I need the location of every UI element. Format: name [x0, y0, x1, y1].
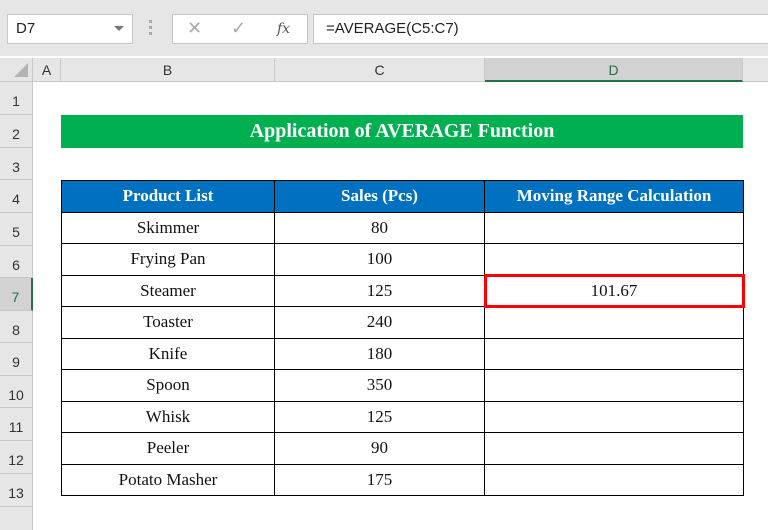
column-header-b[interactable]: B [61, 58, 275, 82]
sales-cell[interactable]: 125 [274, 400, 485, 433]
product-cell[interactable]: Skimmer [61, 211, 275, 244]
data-table: Product List Sales (Pcs) Moving Range Ca… [61, 180, 745, 496]
row-header-7[interactable]: 7 [0, 278, 33, 311]
sheet-title[interactable]: Application of AVERAGE Function [61, 115, 743, 148]
product-cell[interactable]: Toaster [61, 306, 275, 339]
row-header-6[interactable]: 6 [0, 246, 33, 278]
row-header-8[interactable]: 8 [0, 311, 33, 343]
moving-range-cell[interactable] [484, 243, 744, 276]
sales-cell[interactable]: 80 [274, 211, 485, 244]
table-row: Steamer 125 101.67 [61, 274, 745, 308]
sales-cell[interactable]: 180 [274, 337, 485, 370]
select-all-button[interactable] [0, 58, 33, 82]
product-cell[interactable]: Steamer [61, 274, 275, 307]
active-cell-d7[interactable]: 101.67 [483, 274, 745, 308]
row-header-filler [0, 507, 33, 530]
table-row: Frying Pan 100 [61, 243, 744, 276]
cancel-icon[interactable]: ✕ [187, 18, 202, 39]
table-row: Toaster 240 [61, 306, 744, 339]
row-header-4[interactable]: 4 [0, 180, 33, 213]
product-cell[interactable]: Potato Masher [61, 463, 275, 496]
row-header-12[interactable]: 12 [0, 441, 33, 474]
sales-cell[interactable]: 175 [274, 463, 485, 496]
moving-range-cell[interactable] [484, 369, 744, 402]
row-header-5[interactable]: 5 [0, 213, 33, 246]
table-row: Knife 180 [61, 337, 744, 370]
sales-cell[interactable]: 90 [274, 432, 485, 465]
sales-cell[interactable]: 240 [274, 306, 485, 339]
row-header-2[interactable]: 2 [0, 115, 33, 148]
column-header-c[interactable]: C [275, 58, 485, 82]
sales-cell[interactable]: 100 [274, 243, 485, 276]
table-row: Peeler 90 [61, 432, 744, 465]
select-all-triangle-icon [14, 63, 28, 77]
table-row: Skimmer 80 [61, 211, 744, 244]
drag-handle-icon[interactable] [149, 20, 152, 38]
header-moving-range[interactable]: Moving Range Calculation [484, 180, 744, 213]
formula-buttons: ✕ ✓ fx [172, 14, 308, 44]
formula-bar-area: D7 ✕ ✓ fx =AVERAGE(C5:C7) [0, 0, 768, 56]
name-box-value: D7 [16, 20, 36, 37]
moving-range-cell[interactable] [484, 306, 744, 339]
moving-range-cell[interactable] [484, 463, 744, 496]
table-header-row: Product List Sales (Pcs) Moving Range Ca… [61, 180, 744, 213]
header-sales[interactable]: Sales (Pcs) [274, 180, 485, 213]
row-header-11[interactable]: 11 [0, 408, 33, 441]
enter-check-icon[interactable]: ✓ [231, 18, 246, 39]
column-header-a[interactable]: A [33, 58, 61, 82]
moving-range-cell[interactable] [484, 211, 744, 244]
formula-input[interactable]: =AVERAGE(C5:C7) [313, 14, 768, 44]
product-cell[interactable]: Knife [61, 337, 275, 370]
product-cell[interactable]: Peeler [61, 432, 275, 465]
name-box[interactable]: D7 [7, 14, 133, 44]
product-cell[interactable]: Spoon [61, 369, 275, 402]
header-product-list[interactable]: Product List [61, 180, 275, 213]
row-header-1[interactable]: 1 [0, 82, 33, 115]
moving-range-cell[interactable] [484, 337, 744, 370]
row-header-10[interactable]: 10 [0, 376, 33, 408]
column-header-d[interactable]: D [485, 58, 743, 82]
insert-function-icon[interactable]: fx [277, 21, 290, 37]
row-header-13[interactable]: 13 [0, 474, 33, 507]
moving-range-cell[interactable] [484, 400, 744, 433]
table-row: Spoon 350 [61, 369, 744, 402]
product-cell[interactable]: Frying Pan [61, 243, 275, 276]
chevron-down-icon[interactable] [114, 26, 124, 31]
table-row: Whisk 125 [61, 400, 744, 433]
product-cell[interactable]: Whisk [61, 400, 275, 433]
formula-text: =AVERAGE(C5:C7) [326, 20, 459, 37]
moving-range-cell[interactable] [484, 432, 744, 465]
row-header-3[interactable]: 3 [0, 148, 33, 180]
row-header-9[interactable]: 9 [0, 343, 33, 376]
sales-cell[interactable]: 350 [274, 369, 485, 402]
sales-cell[interactable]: 125 [274, 274, 485, 307]
table-row: Potato Masher 175 [61, 463, 744, 496]
column-header-e-partial[interactable] [743, 58, 768, 82]
